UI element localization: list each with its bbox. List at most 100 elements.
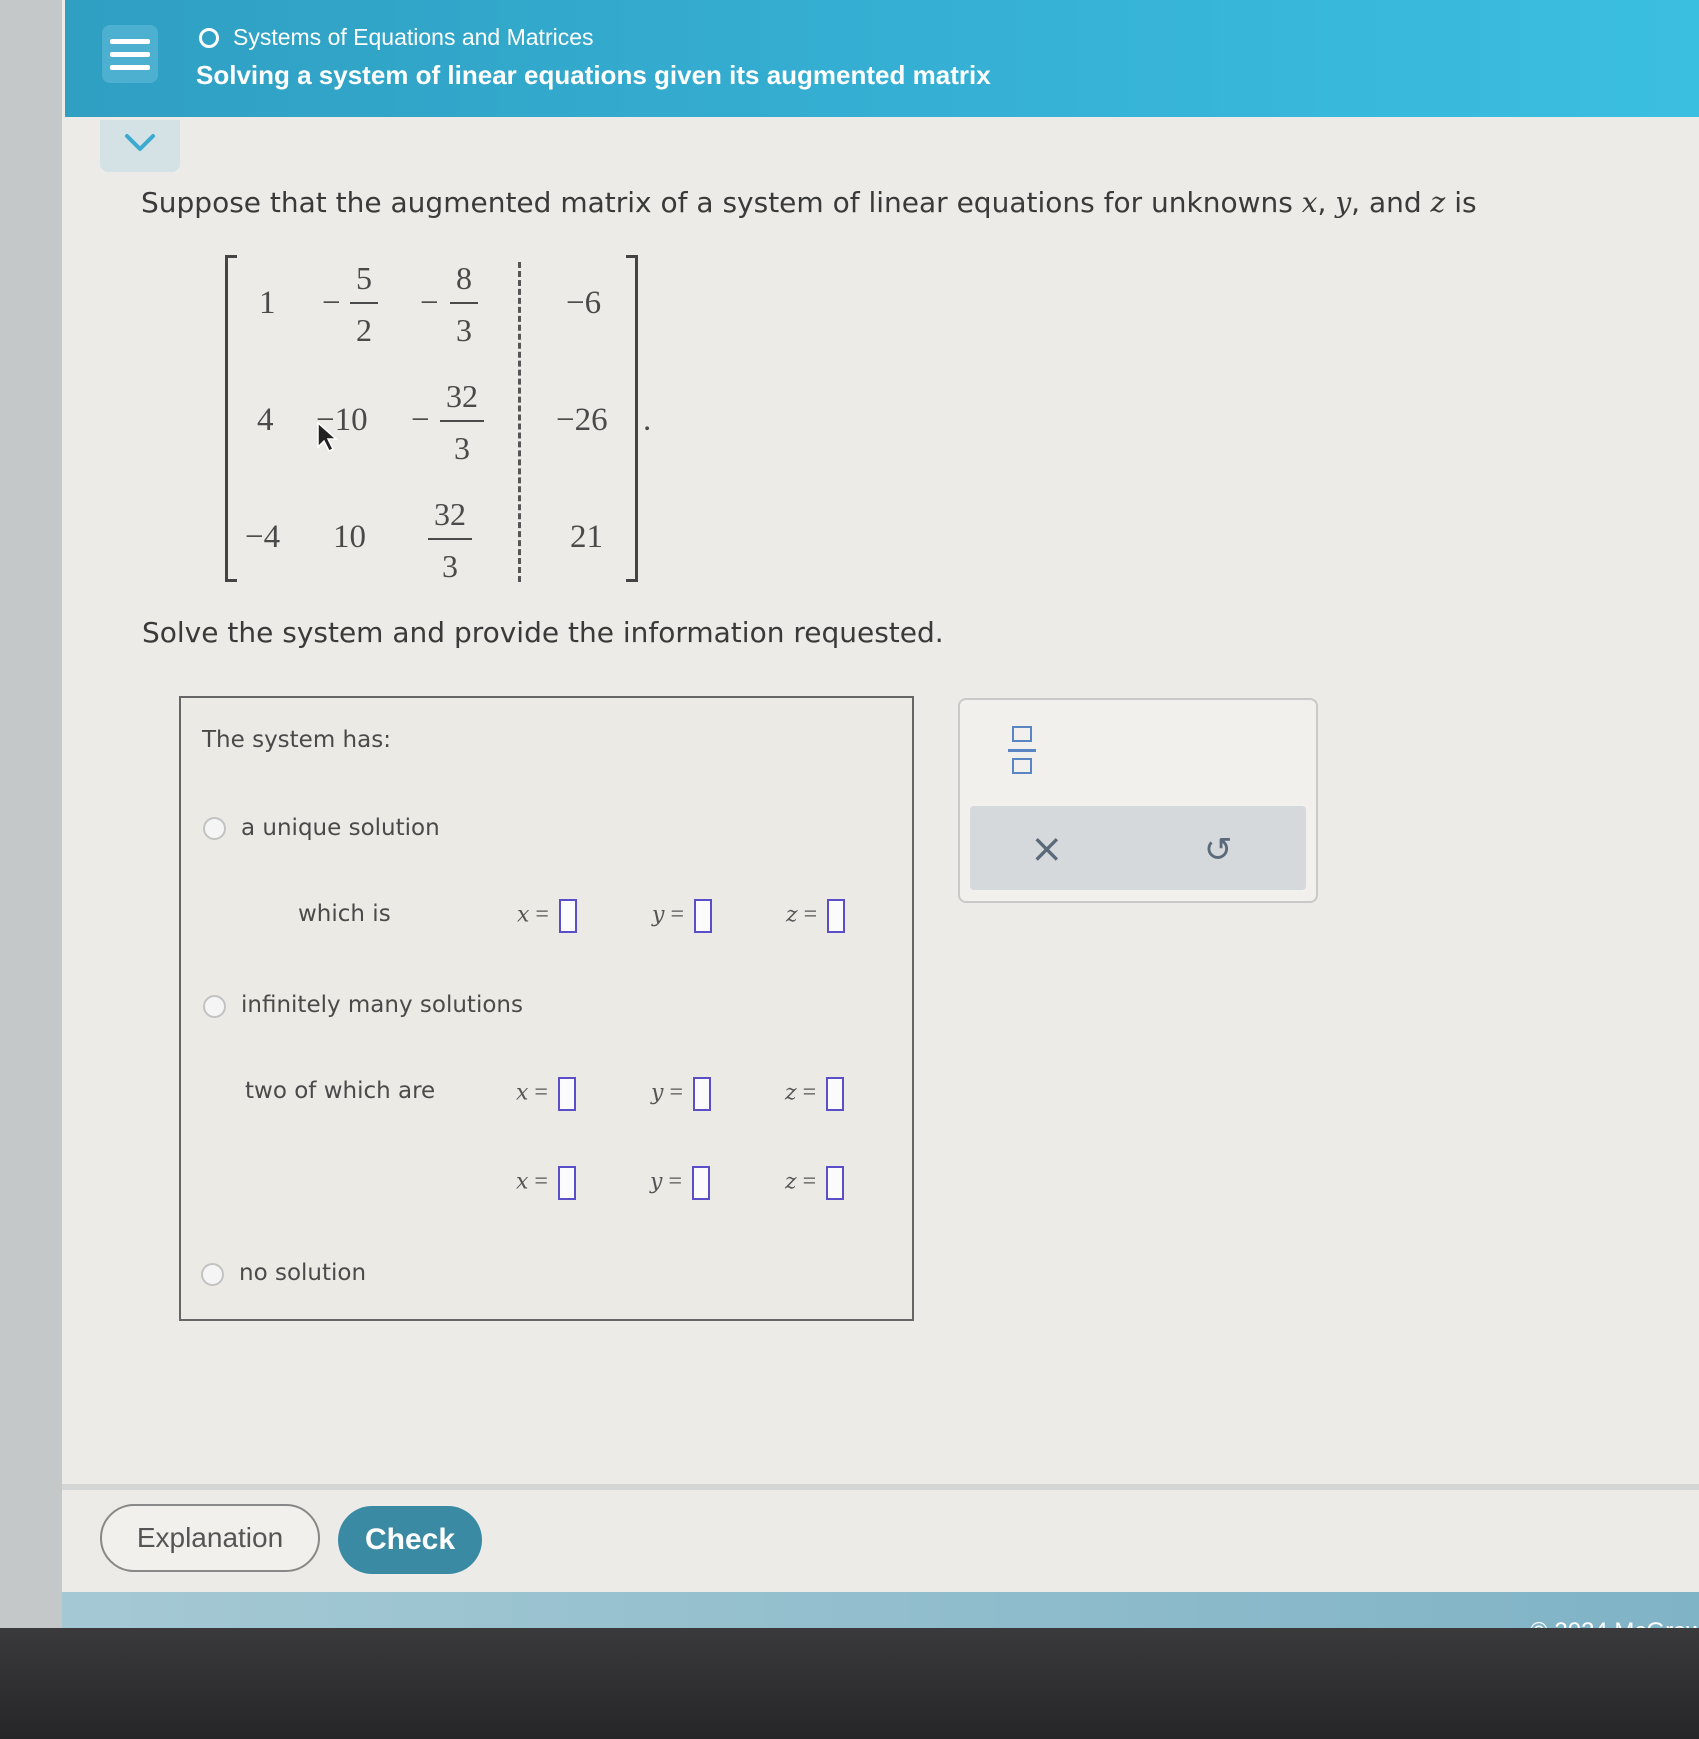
explanation-button[interactable]: Explanation [100,1504,320,1572]
option-none-label[interactable]: no solution [239,1260,366,1286]
left-bracket [225,255,237,582]
intro-text-end: is [1445,186,1477,219]
equals-sign: = [802,1079,817,1106]
equals-sign: = [668,1168,682,1195]
x-var: x [516,1080,529,1106]
matrix-r2-rhs: −26 [556,402,608,438]
equals-sign: = [534,1168,548,1195]
numerator: 8 [456,260,472,296]
numerator: 32 [434,496,466,532]
fraction-numerator-box [1012,726,1032,742]
left-margin [0,0,62,1628]
unique-y-input[interactable] [693,899,712,933]
hamburger-icon [110,39,150,44]
inf1-z-equation: z = [785,1077,845,1111]
instruction-text: Solve the system and provide the informa… [142,616,944,649]
equals-sign: = [670,901,684,928]
hamburger-icon-line [110,52,150,57]
denominator: 3 [456,312,472,348]
matrix-minus-sign: − [420,285,439,321]
unique-y-equation: y = [652,899,712,933]
x-var: x [517,902,530,928]
matrix-r3-c1: −4 [245,519,281,555]
intro-text: Suppose that the augmented matrix of a s… [141,186,1302,219]
check-button[interactable]: Check [338,1506,482,1574]
question-intro: Suppose that the augmented matrix of a s… [141,186,1477,219]
topic-title: Systems of Equations and Matrices [233,24,594,50]
divider [62,1484,1699,1490]
inf2-x-input[interactable] [557,1166,576,1200]
mouse-cursor-icon [317,421,338,453]
matrix-minus-sign: − [411,402,430,438]
matrix-r3-rhs: 21 [570,519,603,555]
fraction-bar [350,302,378,304]
numerator: 5 [356,260,372,296]
undo-icon[interactable]: ↺ [1204,830,1233,870]
radio-infinitely-many[interactable] [203,995,226,1018]
fraction-bar [450,302,478,304]
inf2-z-input[interactable] [826,1166,845,1200]
matrix-r1-rhs: −6 [566,285,602,321]
radio-unique-solution[interactable] [203,817,226,840]
keypad-action-bar [970,806,1306,890]
right-bracket [626,255,638,582]
inf2-y-equation: y = [650,1166,710,1200]
menu-button[interactable] [102,25,158,83]
fraction-line [1008,749,1036,752]
y-var: y [652,902,665,928]
matrix-r3-c3: 32 3 [428,498,472,582]
matrix-r1-c2: 52 [350,262,378,346]
equals-sign: = [535,901,549,928]
y-var: y [651,1080,664,1106]
monitor-bezel [0,1628,1699,1739]
matrix-r3-c2: 10 [333,519,366,555]
inf1-x-equation: x = [516,1077,576,1111]
equals-sign: = [802,1168,817,1195]
fraction-bar [440,420,484,422]
intro-sep: , [1317,186,1336,219]
inf2-x-equation: x = [516,1166,576,1200]
header-bar [65,0,1699,117]
fraction-denominator-box [1012,758,1032,774]
infinite-two-label: two of which are [245,1078,436,1104]
matrix-r2-c1: 4 [257,402,274,438]
equals-sign: = [534,1079,548,1106]
x-var: x [516,1169,529,1195]
intro-sep: , and [1351,186,1431,219]
z-var: z [785,1080,797,1106]
inf1-z-input[interactable] [826,1077,845,1111]
inf2-y-input[interactable] [691,1166,710,1200]
option-unique-label[interactable]: a unique solution [241,815,440,841]
page-title: Solving a system of linear equations giv… [196,60,991,90]
matrix-r1-c1: 1 [259,285,276,321]
collapse-button[interactable] [100,120,180,172]
unique-x-input[interactable] [558,899,577,933]
denominator: 3 [454,430,470,466]
chevron-down-icon [125,134,155,151]
y-var: y [650,1169,663,1195]
denominator: 3 [442,548,458,584]
var-z: z [1430,186,1446,219]
var-y: y [1335,186,1352,219]
inf1-y-equation: y = [651,1077,711,1111]
var-x: x [1301,186,1318,219]
numerator: 32 [446,378,478,414]
unique-z-input[interactable] [827,899,846,933]
augment-divider [518,262,521,582]
inf1-x-input[interactable] [557,1077,576,1111]
clear-icon[interactable]: × [1030,826,1064,872]
unique-z-equation: z = [786,899,846,933]
equals-sign: = [803,901,818,928]
matrix-r1-c3: 83 [450,262,478,346]
option-infinite-label[interactable]: infinitely many solutions [241,992,523,1018]
fraction-bar [428,538,472,540]
radio-no-solution[interactable] [201,1263,224,1286]
fraction-icon[interactable] [1008,724,1036,778]
topic-circle-icon [199,28,219,48]
matrix-r2-c3: 32 3 [440,380,484,464]
inf1-y-input[interactable] [692,1077,711,1111]
z-var: z [785,1169,797,1195]
matrix-period: . [643,402,652,438]
unique-which-label: which is [298,901,391,927]
z-var: z [786,902,798,928]
